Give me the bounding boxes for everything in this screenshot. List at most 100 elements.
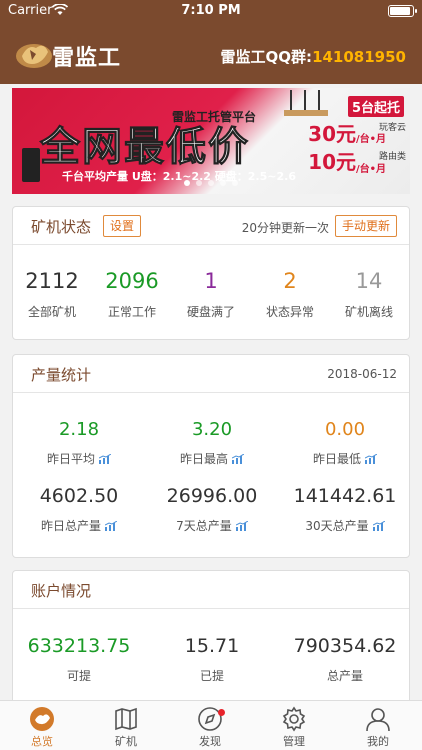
tab-label: 总览 <box>31 735 53 748</box>
trend-chart-icon[interactable] <box>365 454 377 464</box>
production-title: 产量统计 <box>31 366 92 384</box>
stat-value: 4602.50 <box>39 485 119 507</box>
qq-group-label: 雷监工QQ群: <box>220 48 313 66</box>
stat-value: 790354.62 <box>293 635 397 657</box>
stat-label: 昨日最高 <box>179 452 228 466</box>
stat-value: 15.71 <box>184 635 240 657</box>
tab-label: 管理 <box>283 735 305 748</box>
stat-value: 14 <box>355 269 383 293</box>
stat-value: 141442.61 <box>293 485 397 507</box>
trend-chart-icon[interactable] <box>99 454 111 464</box>
stat-value: 2 <box>283 269 297 293</box>
tab-manage[interactable]: 管理 <box>252 705 336 749</box>
banner-price-2-unit: /台•月 <box>355 164 386 175</box>
banner-price-2: 10元 <box>308 150 356 174</box>
carousel-dot[interactable] <box>208 180 214 186</box>
refresh-note: 20分钟更新一次 <box>241 221 329 235</box>
trend-chart-icon[interactable] <box>235 521 248 531</box>
gear-icon <box>282 706 306 732</box>
banner-price-1-label: 玩客云 <box>378 123 406 133</box>
stat-7day-total[interactable]: 26996.00 7天总产量 <box>152 485 272 534</box>
stat-label: 状态异常 <box>265 305 314 319</box>
carousel-dot[interactable] <box>232 180 238 186</box>
promo-banner[interactable]: 雷监工托管平台 全网最低价 5台起托 30元 /台•月 玩客云 10元 /台•月… <box>12 88 410 194</box>
banner-headline: 全网最低价 <box>40 124 250 171</box>
app-header: 雷监工 雷监工QQ群:141081950 <box>0 22 422 84</box>
stat-value: 2.18 <box>58 419 100 440</box>
stat-withdrawable[interactable]: 633213.75 可提 <box>19 635 139 684</box>
stat-value: 0.00 <box>324 419 366 440</box>
stat-value: 26996.00 <box>166 485 258 507</box>
status-bar: Carrier 7:10 PM <box>0 0 422 22</box>
tab-overview[interactable]: 总览 <box>0 705 84 749</box>
stat-label: 7天总产量 <box>176 519 232 533</box>
stat-label: 硬盘满了 <box>186 305 235 319</box>
stat-abnormal[interactable]: 2 状态异常 <box>255 269 325 320</box>
trend-chart-icon[interactable] <box>105 521 117 531</box>
stat-label: 30天总产量 <box>305 519 369 533</box>
stat-label: 昨日总产量 <box>40 519 101 533</box>
logo-icon <box>16 44 52 68</box>
carousel-dot[interactable] <box>220 180 226 186</box>
tab-miners[interactable]: 矿机 <box>84 705 168 749</box>
tab-bar: 总览 矿机 发现 管理 我的 <box>0 700 422 750</box>
tab-discover[interactable]: 发现 <box>168 705 252 749</box>
stat-yesterday-avg[interactable]: 2.18 昨日平均 <box>19 419 139 467</box>
stat-yesterday-min[interactable]: 0.00 昨日最低 <box>285 419 405 467</box>
stat-offline[interactable]: 14 矿机离线 <box>334 269 404 320</box>
banner-price-2-label: 路由类 <box>378 152 406 162</box>
stat-disk-full[interactable]: 1 硬盘满了 <box>176 269 246 320</box>
stat-value: 1 <box>204 269 218 293</box>
stat-label: 矿机离线 <box>344 305 393 319</box>
stat-label: 正常工作 <box>107 305 156 319</box>
stat-yesterday-total[interactable]: 4602.50 昨日总产量 <box>19 485 139 534</box>
tab-profile[interactable]: 我的 <box>336 705 420 749</box>
stat-working[interactable]: 2096 正常工作 <box>97 269 167 320</box>
account-title: 账户情况 <box>31 582 92 600</box>
overview-icon <box>30 707 54 731</box>
card-header: 账户情况 <box>13 571 409 609</box>
account-card: 账户情况 633213.75 可提 15.71 已提 790354.62 总产量 <box>12 570 410 704</box>
stat-label: 昨日平均 <box>46 452 95 466</box>
carousel-dot[interactable] <box>184 180 190 186</box>
stat-value: 633213.75 <box>27 635 131 657</box>
manual-refresh-button[interactable]: 手动更新 <box>334 215 397 237</box>
map-icon <box>115 707 137 731</box>
stat-total-miners[interactable]: 2112 全部矿机 <box>17 269 87 320</box>
carousel-dot[interactable] <box>196 180 202 186</box>
miner-status-title: 矿机状态 <box>31 218 92 236</box>
stat-yesterday-max[interactable]: 3.20 昨日最高 <box>152 419 272 467</box>
stat-value: 2112 <box>25 269 79 293</box>
clock: 7:10 PM <box>181 3 241 18</box>
trend-chart-icon[interactable] <box>372 521 385 531</box>
stat-value: 3.20 <box>191 419 233 440</box>
tab-label: 我的 <box>367 735 389 748</box>
tab-label: 矿机 <box>115 735 137 748</box>
stat-total-output[interactable]: 790354.62 总产量 <box>285 635 405 684</box>
app-logo-text: 雷监工 <box>52 46 122 71</box>
qq-group-number: 141081950 <box>312 48 406 66</box>
qq-group-info[interactable]: 雷监工QQ群:141081950 <box>221 46 406 67</box>
stat-label: 已提 <box>199 669 224 683</box>
stat-label: 可提 <box>66 669 91 683</box>
stat-30day-total[interactable]: 141442.61 30天总产量 <box>285 485 405 534</box>
banner-tag: 5台起托 <box>347 96 404 117</box>
miner-status-card: 矿机状态 设置 20分钟更新一次 手动更新 2112 全部矿机 2096 正常工… <box>12 206 410 340</box>
stat-label: 总产量 <box>326 669 363 683</box>
carousel-dots[interactable] <box>12 180 410 186</box>
router-image <box>284 90 328 116</box>
settings-button[interactable]: 设置 <box>103 215 142 237</box>
stat-label: 昨日最低 <box>312 452 361 466</box>
banner-price-1: 30元 <box>308 122 356 146</box>
stat-label: 全部矿机 <box>27 305 76 319</box>
tab-label: 发现 <box>199 735 221 748</box>
battery-icon <box>388 5 417 17</box>
card-header: 矿机状态 设置 20分钟更新一次 手动更新 <box>13 207 409 245</box>
notification-dot <box>218 709 225 716</box>
user-icon <box>366 708 390 732</box>
production-card: 产量统计 2018-06-12 2.18 昨日平均 3.20 昨日最高 0.00… <box>12 354 410 558</box>
stat-value: 2096 <box>105 269 159 293</box>
stat-withdrawn[interactable]: 15.71 已提 <box>152 635 272 684</box>
trend-chart-icon[interactable] <box>232 454 244 464</box>
device-image <box>22 148 40 182</box>
